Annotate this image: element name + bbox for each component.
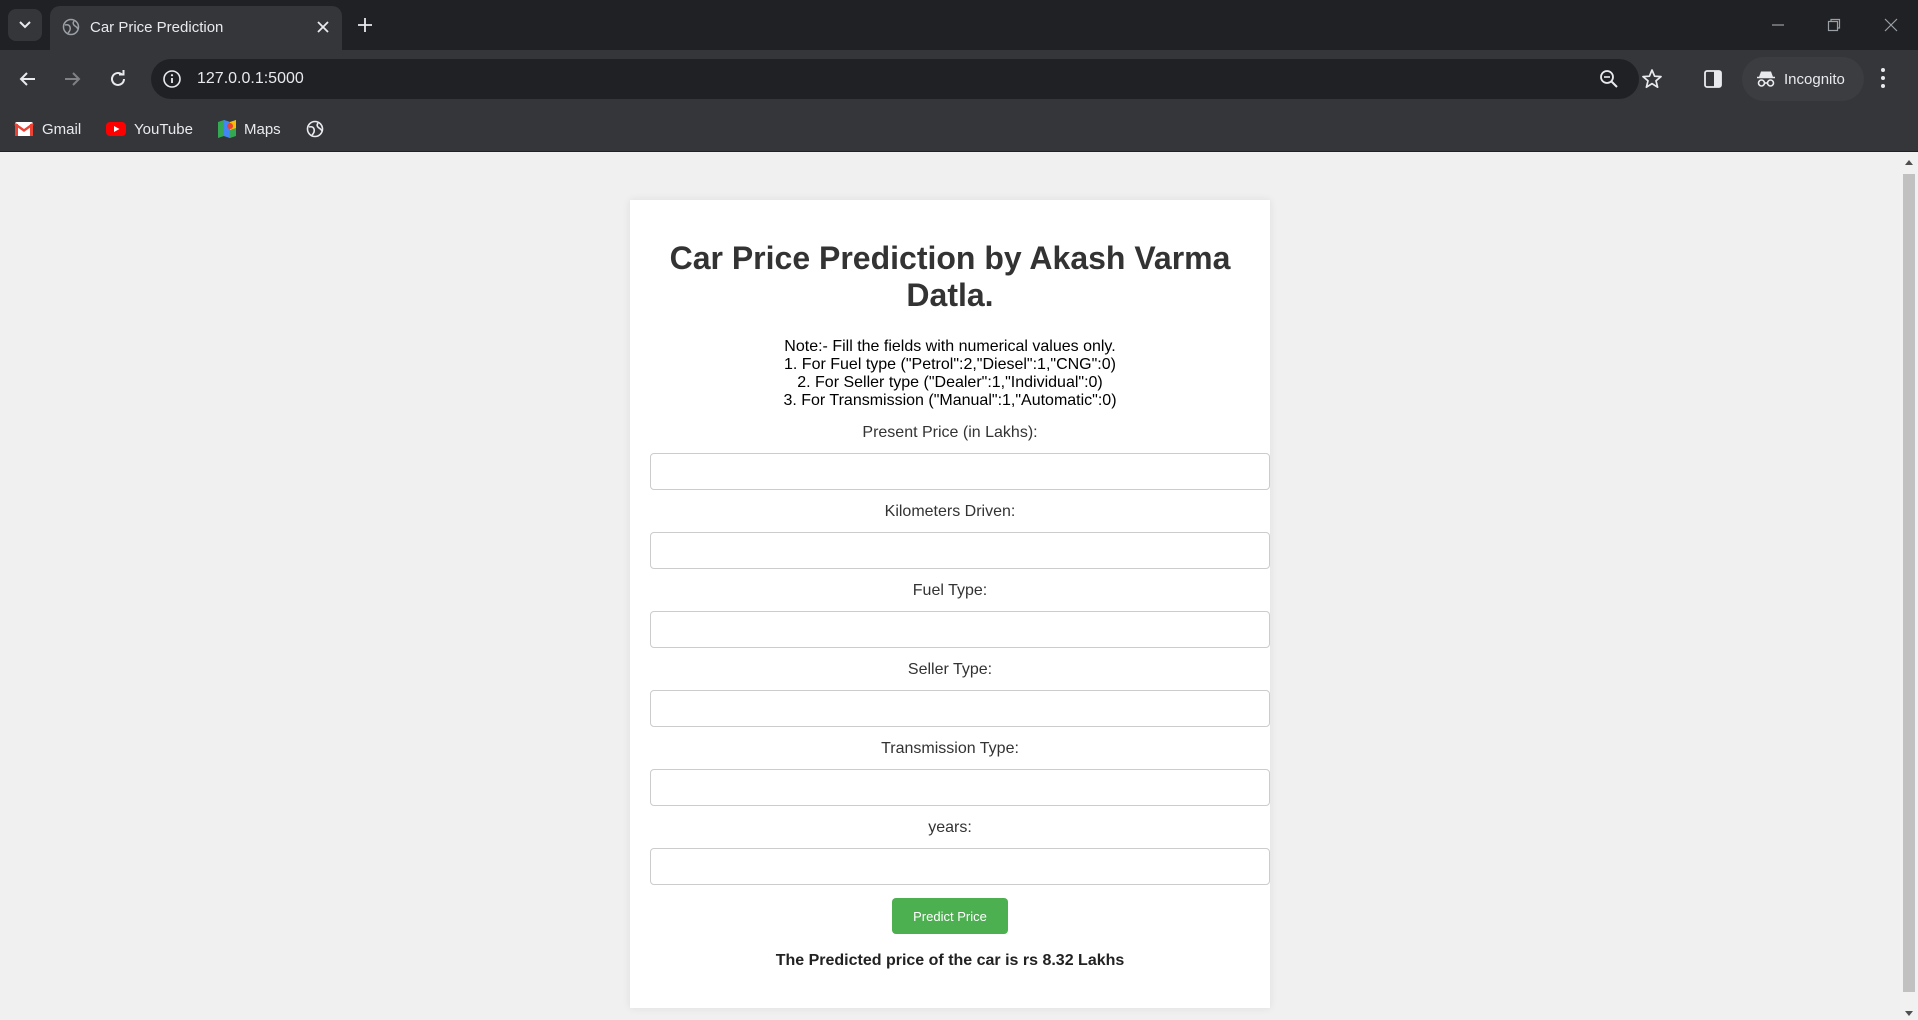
minimize-button[interactable] xyxy=(1765,12,1791,38)
globe-icon xyxy=(306,120,324,138)
reload-icon xyxy=(111,70,125,86)
instructions-note: Note:- Fill the fields with numerical va… xyxy=(650,338,1250,410)
arrow-left-icon xyxy=(19,72,35,86)
bookmark-label: Gmail xyxy=(42,120,82,138)
bookmark-label: Maps xyxy=(244,120,281,138)
tab-car-price-prediction[interactable]: Car Price Prediction xyxy=(50,6,342,50)
note-line: 2. For Seller type ("Dealer":1,"Individu… xyxy=(797,374,1103,391)
star-icon[interactable] xyxy=(1641,68,1663,90)
present-price-input[interactable] xyxy=(650,453,1270,490)
fuel-type-input[interactable] xyxy=(650,611,1270,648)
bookmarks-bar: Gmail YouTube Maps xyxy=(0,108,1918,152)
transmission-type-label: Transmission Type: xyxy=(881,740,1019,757)
seller-type-label: Seller Type: xyxy=(907,661,993,678)
close-window-button[interactable] xyxy=(1878,12,1904,38)
address-bar[interactable]: 127.0.0.1:5000 xyxy=(151,59,1662,99)
incognito-icon xyxy=(1757,71,1775,87)
back-button[interactable] xyxy=(14,65,42,93)
globe-icon xyxy=(62,18,80,36)
scroll-down-arrow-icon[interactable] xyxy=(1905,1011,1913,1016)
scrollbar-thumb[interactable] xyxy=(1903,174,1915,992)
tab-title: Car Price Prediction xyxy=(90,19,224,36)
maps-icon xyxy=(218,120,236,138)
bookmark-youtube[interactable]: YouTube xyxy=(106,117,193,141)
present-price-label: Present Price (in Lakhs): xyxy=(862,424,1038,441)
incognito-profile-button[interactable]: Incognito xyxy=(1742,57,1864,101)
restore-button[interactable] xyxy=(1821,12,1847,38)
bookmark-label: YouTube xyxy=(134,120,193,138)
chevron-down-icon xyxy=(19,21,31,29)
years-label: years: xyxy=(928,819,972,836)
info-icon[interactable] xyxy=(162,69,182,89)
close-icon[interactable] xyxy=(312,16,334,38)
gmail-icon xyxy=(14,122,34,136)
predict-price-button[interactable]: Predict Price xyxy=(892,898,1008,934)
page-scrollbar[interactable] xyxy=(1900,152,1918,1020)
side-panel-icon[interactable] xyxy=(1703,69,1723,89)
forward-button[interactable] xyxy=(58,65,86,93)
note-line: 3. For Transmission ("Manual":1,"Automat… xyxy=(783,392,1117,409)
prediction-result: The Predicted price of the car is rs 8.3… xyxy=(775,952,1125,969)
minimize-icon xyxy=(1772,24,1784,26)
scroll-up-arrow-icon[interactable] xyxy=(1905,160,1913,165)
tab-strip: Car Price Prediction xyxy=(0,0,1918,50)
arrow-right-icon xyxy=(65,72,81,86)
bookmark-gmail[interactable]: Gmail xyxy=(14,117,81,141)
years-input[interactable] xyxy=(650,848,1270,885)
reload-button[interactable] xyxy=(104,65,132,93)
page-viewport: Car Price Prediction by Akash Varma Datl… xyxy=(0,152,1900,1020)
incognito-label: Incognito xyxy=(1784,70,1845,88)
close-icon xyxy=(1884,18,1898,32)
kebab-menu-icon[interactable] xyxy=(1880,66,1886,90)
seller-type-input[interactable] xyxy=(650,690,1270,727)
prediction-card: Car Price Prediction by Akash Varma Datl… xyxy=(630,200,1270,1008)
url-text[interactable]: 127.0.0.1:5000 xyxy=(197,70,304,88)
bookmark-globe[interactable] xyxy=(306,117,332,141)
restore-icon xyxy=(1827,18,1841,32)
page-title: Car Price Prediction by Akash Varma Datl… xyxy=(669,240,1231,313)
zoom-out-icon[interactable] xyxy=(1599,69,1619,89)
plus-icon xyxy=(358,18,372,32)
kilometers-driven-input[interactable] xyxy=(650,532,1270,569)
note-line: Note:- Fill the fields with numerical va… xyxy=(784,338,1116,355)
transmission-type-input[interactable] xyxy=(650,769,1270,806)
new-tab-button[interactable] xyxy=(352,12,378,38)
youtube-icon xyxy=(106,122,126,136)
tab-search-button[interactable] xyxy=(8,9,42,41)
bookmark-maps[interactable]: Maps xyxy=(218,117,281,141)
browser-toolbar: 127.0.0.1:5000 Incognito xyxy=(0,50,1918,108)
fuel-type-label: Fuel Type: xyxy=(912,582,988,599)
kilometers-driven-label: Kilometers Driven: xyxy=(884,503,1016,520)
note-line: 1. For Fuel type ("Petrol":2,"Diesel":1,… xyxy=(784,356,1116,373)
